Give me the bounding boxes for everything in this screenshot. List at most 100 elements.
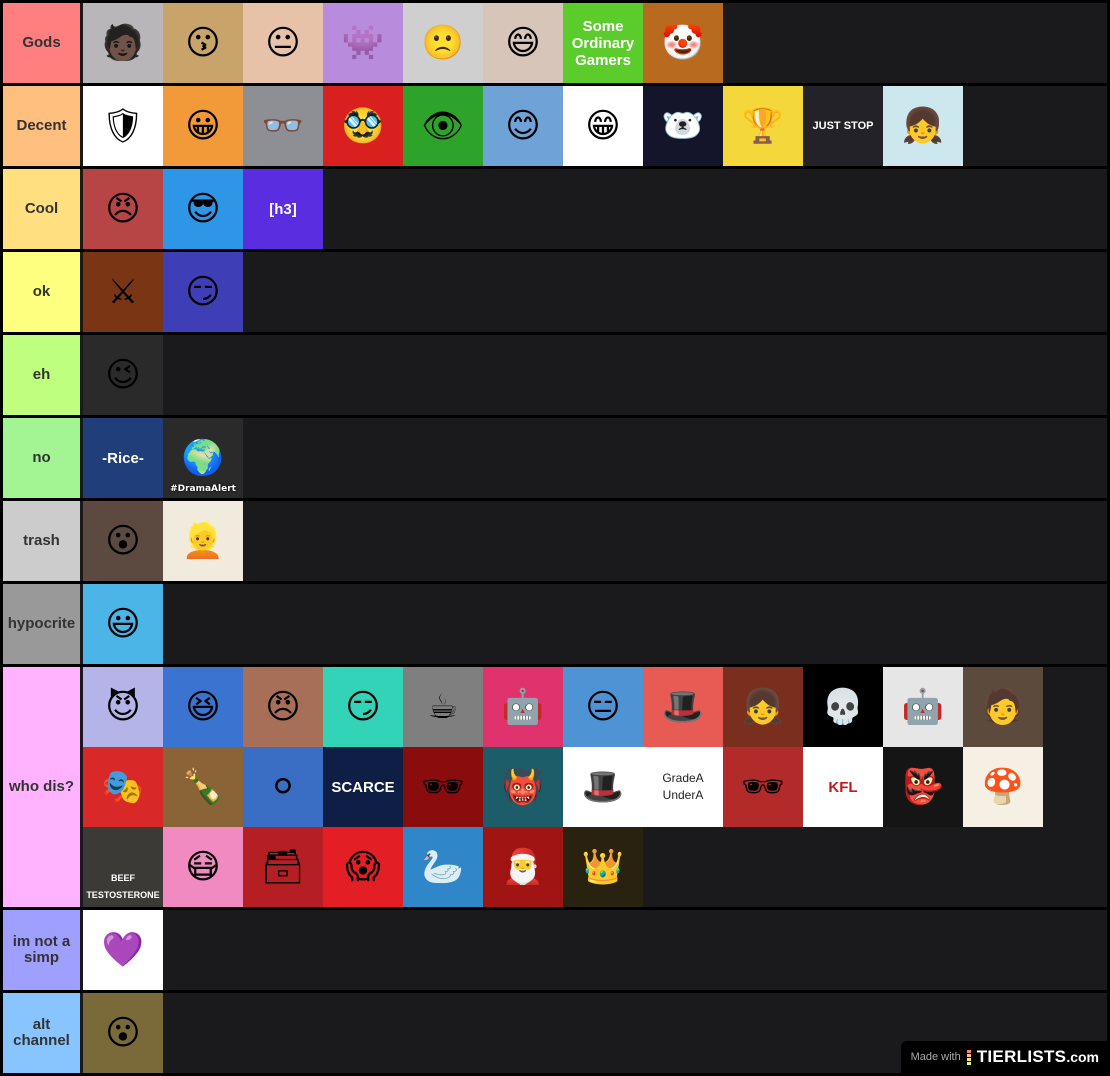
tier-label[interactable]: hypocrite	[3, 584, 80, 664]
tier-item-smiling-man-photo[interactable]: 😄	[483, 3, 563, 83]
tier-item-geometric-skull-logo[interactable]: 💀	[803, 667, 883, 747]
tier-item-stick-figure-long-hair[interactable]: 😁	[563, 86, 643, 166]
tier-item-scarce-logo[interactable]: SCARCE	[323, 747, 403, 827]
tier-item-rapper-bandana-photo[interactable]: 🧑🏿	[83, 3, 163, 83]
tier-items-dropzone[interactable]: 😃	[83, 584, 1107, 664]
tier-item-round-face-closeup[interactable]: 😮	[83, 993, 163, 1073]
tier-item-red-eyes-grin-art[interactable]: 😈	[83, 667, 163, 747]
tier-label[interactable]: Gods	[3, 3, 80, 83]
close-up-face-photo-icon: 😐	[265, 24, 301, 62]
tier-item-green-shield-logo[interactable]: 🛡	[83, 86, 163, 166]
tier-item-hat-sunglasses-cigarette-art[interactable]: 🕶	[723, 747, 803, 827]
tier-label[interactable]: who dis?	[3, 667, 80, 907]
tier-item-santa-hat-green-art[interactable]: 🎅	[483, 827, 563, 907]
tier-items-dropzone[interactable]: 😈 😆 😠 😏 ☕ 🤖 😑 🎩 👧 💀 🤖 🧑 🎭 🍾 ⚪ SCARCE 🕶 👹 🎩 GradeA UnderA 🕶 KF…	[83, 667, 1107, 907]
tier-item-armored-knight-art[interactable]: ⚔	[83, 252, 163, 332]
tier-items-dropzone[interactable]: 😉	[83, 335, 1107, 415]
tierlists-brand: TIERLISTS	[976, 1047, 1067, 1066]
tier-item-rice-gum-photo[interactable]: -Rice-	[83, 418, 163, 498]
tier-item-trophy-theory-logo[interactable]: 🏆	[723, 86, 803, 166]
tier-item-purple-shirt-girl-art[interactable]: 👧	[883, 86, 963, 166]
tier-item-green-elf-wink-art[interactable]: 😉	[83, 335, 163, 415]
tier-item-prisoner-bars-art[interactable]: 😠	[243, 667, 323, 747]
tier-label[interactable]: no	[3, 418, 80, 498]
tier-items-dropzone[interactable]: 🧑🏿 😗 😐 👾 🙁 😄 Some Ordinary Gamers 🤡	[83, 3, 1107, 83]
tier-item-beef-testosterone-photo[interactable]: BEEF TESTOSTERONE	[83, 827, 163, 907]
top-hat-monocle-art-icon: 🎩	[661, 688, 705, 726]
tier-item-top-hat-monocle-art[interactable]: 🎩	[643, 667, 723, 747]
tier-item-hooded-mask-art[interactable]: 😷	[163, 827, 243, 907]
red-eyes-grin-art-icon: 😈	[105, 688, 141, 726]
tier-item-blue-robot-figure[interactable]: 🤖	[883, 667, 963, 747]
tier-item-drama-alert-logo[interactable]: 🌍 #DramaAlert	[163, 418, 243, 498]
tier-items-dropzone[interactable]: 💜	[83, 910, 1107, 990]
tier-item-pink-cube-monster-art[interactable]: 👾	[323, 3, 403, 83]
tier-item-white-bear-space[interactable]: 🐻‍❄️	[643, 86, 723, 166]
tier-item-blond-man-photo[interactable]: 👱	[163, 501, 243, 581]
tier-item-orange-hair-cartoon[interactable]: 😀	[163, 86, 243, 166]
tier-item-masked-anime-art[interactable]: 🎭	[83, 747, 163, 827]
tier-item-h3-logo[interactable]: [h3]	[243, 169, 323, 249]
tier-label[interactable]: alt channel	[3, 993, 80, 1073]
tier-item-red-light-man-photo[interactable]: 🕶	[403, 747, 483, 827]
white-bear-space-icon: 🐻‍❄️	[661, 107, 705, 145]
tier-label[interactable]: eh	[3, 335, 80, 415]
tier-row: Cool 😠 😎 [h3]	[3, 169, 1107, 249]
tier-item-close-up-face-photo[interactable]: 😐	[243, 3, 323, 83]
tier-item-neon-mech-art[interactable]: 🤖	[483, 667, 563, 747]
tier-item-anime-girl-spirited[interactable]: 👧	[723, 667, 803, 747]
smiling-cartoon-boy-icon: 😊	[505, 107, 541, 145]
green-eye-septic-icon: 👁	[421, 107, 465, 145]
tier-item-grade-a-under-a-logo[interactable]: GradeA UnderA	[643, 747, 723, 827]
tier-item-smiling-cartoon-boy[interactable]: 😊	[483, 86, 563, 166]
tier-label[interactable]: Cool	[3, 169, 80, 249]
tier-item-man-in-car-photo[interactable]: ☕	[403, 667, 483, 747]
tier-item-white-hair-just-stop[interactable]: JUST STOP	[803, 86, 883, 166]
tier-items-dropzone[interactable]: ⚔ 😏	[83, 252, 1107, 332]
tier-item-some-ordinary-gamers-logo[interactable]: Some Ordinary Gamers	[563, 3, 643, 83]
tier-item-round-face-photo[interactable]: 😗	[163, 3, 243, 83]
tier-item-man-glasses-photo[interactable]: 👓	[243, 86, 323, 166]
tier-item-green-eye-septic[interactable]: 👁	[403, 86, 483, 166]
trophy-theory-logo-icon: 🏆	[741, 107, 785, 145]
tier-item-red-file-box-logo[interactable]: 🗃	[243, 827, 323, 907]
tier-item-screaming-cartoon-art[interactable]: 😱	[323, 827, 403, 907]
tier-item-mushroom-sword-art[interactable]: 🍄	[963, 747, 1043, 827]
tier-item-kfl-logo[interactable]: KFL	[803, 747, 883, 827]
tier-items-dropzone[interactable]: 🛡 😀 👓 🥸 👁 😊 😁 🐻‍❄️ 🏆 JUST STOP 👧	[83, 86, 1107, 166]
tier-item-green-goblin-skull-art[interactable]: 👺	[883, 747, 963, 827]
tier-item-white-goose-art[interactable]: 🦢	[403, 827, 483, 907]
tier-item-man-side-profile-photo[interactable]: 🧑	[963, 667, 1043, 747]
tier-item-white-circle-face-logo[interactable]: ⚪	[243, 747, 323, 827]
green-goblin-skull-art-icon: 👺	[901, 768, 945, 806]
tier-label[interactable]: Decent	[3, 86, 80, 166]
tierlists-watermark[interactable]: Made with TIERLISTS .com	[900, 1041, 1107, 1073]
tier-item-blue-hat-boy-art[interactable]: 😏	[323, 667, 403, 747]
tier-item-blue-hair-anime-girl[interactable]: 😆	[163, 667, 243, 747]
tier-items-dropzone[interactable]: -Rice- 🌍 #DramaAlert	[83, 418, 1107, 498]
tier-item-cartoon-sad-boy[interactable]: 🙁	[403, 3, 483, 83]
tier-item-black-hair-glasses-art[interactable]: 😎	[163, 169, 243, 249]
tier-item-odd-ones-out-character[interactable]: 😃	[83, 584, 163, 664]
masked-anime-art-icon: 🎭	[101, 768, 145, 806]
tier-item-surprised-man-photo[interactable]: 😮	[83, 501, 163, 581]
tier-label[interactable]: ok	[3, 252, 80, 332]
tier-label[interactable]: im not a simp	[3, 910, 80, 990]
tier-item-evil-clown-art[interactable]: 🤡	[643, 3, 723, 83]
tier-items-dropzone[interactable]: 😠 😎 [h3]	[83, 169, 1107, 249]
round-face-closeup-icon: 😮	[105, 1014, 141, 1052]
rice-gum-photo-caption: -Rice-	[102, 449, 144, 467]
tier-item-curly-hair-anime-art[interactable]: 😏	[163, 252, 243, 332]
tier-label[interactable]: trash	[3, 501, 80, 581]
tier-item-angry-pink-face-art[interactable]: 😠	[83, 169, 163, 249]
tier-item-neon-demon-art[interactable]: 👹	[483, 747, 563, 827]
tier-item-bald-man-coffee-art[interactable]: 😑	[563, 667, 643, 747]
tier-item-mustache-glasses-cartoon[interactable]: 🥸	[323, 86, 403, 166]
tier-item-tophat-smile-drawing[interactable]: 🎩	[563, 747, 643, 827]
logo-bar	[966, 1061, 971, 1065]
tier-item-throne-man-art[interactable]: 👑	[563, 827, 643, 907]
tier-items-dropzone[interactable]: 😮 👱	[83, 501, 1107, 581]
tier-item-vtuber-anime-girl[interactable]: 💜	[83, 910, 163, 990]
h3-logo-caption: [h3]	[269, 200, 297, 218]
tier-item-man-drinking-photo[interactable]: 🍾	[163, 747, 243, 827]
